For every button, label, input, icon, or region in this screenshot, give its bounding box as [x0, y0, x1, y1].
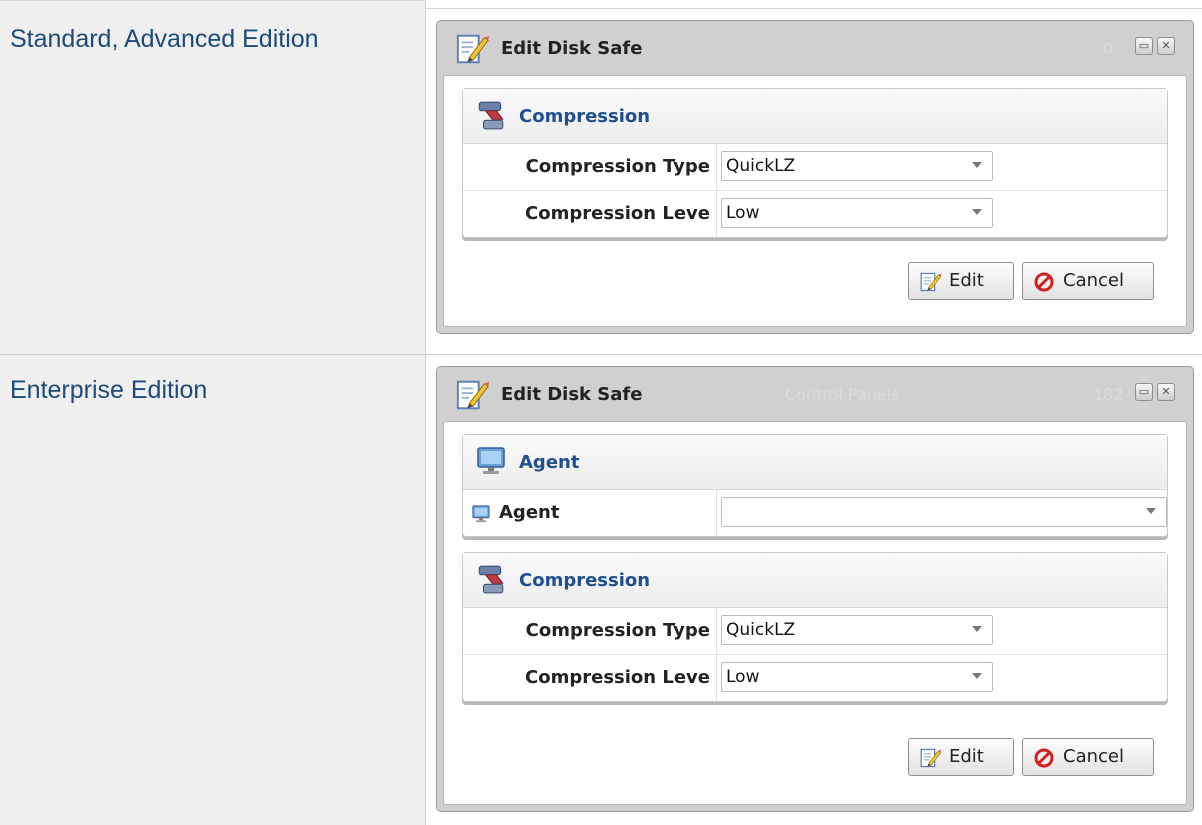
compression-level-label: Compression Leve	[463, 655, 717, 701]
chevron-down-icon[interactable]	[972, 162, 982, 168]
monitor-icon	[472, 505, 490, 523]
edition-label: Enterprise Edition	[10, 376, 208, 404]
edit-icon	[920, 272, 943, 292]
compression-panel: Compression Compression Type QuickLZ Com…	[462, 88, 1168, 238]
cancel-button[interactable]: Cancel	[1022, 262, 1154, 300]
compression-type-label: Compression Type	[463, 144, 717, 190]
chevron-down-icon[interactable]	[972, 209, 982, 215]
compression-type-row: Compression Type QuickLZ	[463, 608, 1167, 655]
chevron-down-icon[interactable]	[972, 626, 982, 632]
select-value: Low	[726, 667, 760, 687]
agent-label-text: Agent	[499, 502, 560, 523]
chevron-down-icon[interactable]	[972, 673, 982, 679]
panel-title: Compression	[519, 570, 651, 591]
background-ghost-text: 182	[1093, 385, 1124, 404]
maximize-button[interactable]: ▭	[1135, 383, 1153, 401]
edition-label-cell: Enterprise Edition	[0, 354, 426, 825]
edit-document-icon	[456, 380, 491, 410]
edit-button[interactable]: Edit	[908, 738, 1014, 776]
cancel-button-label: Cancel	[1063, 270, 1124, 291]
edit-disk-safe-dialog: Edit Disk Safe Control Panels 182 ▭ ✕ Ag…	[436, 366, 1194, 812]
chevron-down-icon[interactable]	[1146, 508, 1156, 514]
dialog-titlebar[interactable]: Edit Disk Safe Control Panels 182 ▭ ✕	[443, 367, 1187, 421]
compression-icon	[478, 565, 504, 594]
close-button[interactable]: ✕	[1157, 383, 1175, 401]
panel-title: Agent	[519, 452, 580, 473]
compression-icon	[478, 101, 504, 130]
edition-row-enterprise: Enterprise Edition Edit Disk Safe Contro…	[0, 354, 1202, 825]
cancel-button-label: Cancel	[1063, 746, 1124, 767]
close-button[interactable]: ✕	[1157, 37, 1175, 55]
panel-header: Compression	[463, 553, 1167, 608]
dialog-title: Edit Disk Safe	[501, 38, 643, 59]
edit-disk-safe-dialog: Edit Disk Safe 0 ▭ ✕ Compression Compres…	[436, 20, 1194, 334]
compression-level-select[interactable]: Low	[721, 662, 993, 692]
cancel-icon	[1034, 748, 1054, 768]
dialog-body: Compression Compression Type QuickLZ Com…	[443, 75, 1187, 327]
compression-type-select[interactable]: QuickLZ	[721, 151, 993, 181]
select-value: QuickLZ	[726, 156, 796, 176]
compression-type-label: Compression Type	[463, 608, 717, 654]
compression-level-label: Compression Leve	[463, 191, 717, 237]
edit-button-label: Edit	[949, 746, 984, 767]
cancel-icon	[1034, 272, 1054, 292]
compression-panel: Compression Compression Type QuickLZ Com…	[462, 552, 1168, 702]
edit-button[interactable]: Edit	[908, 262, 1014, 300]
agent-panel: Agent Agent	[462, 434, 1168, 537]
agent-row: Agent	[463, 490, 1167, 536]
agent-select[interactable]	[721, 497, 1167, 527]
compression-level-row: Compression Leve Low	[463, 655, 1167, 701]
agent-label: Agent	[463, 490, 717, 536]
dialog-title: Edit Disk Safe	[501, 384, 643, 405]
select-value: QuickLZ	[726, 620, 796, 640]
panel-header: Agent	[463, 435, 1167, 490]
dialog-titlebar[interactable]: Edit Disk Safe 0 ▭ ✕	[443, 21, 1187, 75]
edit-document-icon	[456, 34, 491, 64]
background-ghost-text: Control Panels	[785, 385, 900, 404]
compression-level-row: Compression Leve Low	[463, 191, 1167, 237]
edition-row-standard: Standard, Advanced Edition Edit Disk Saf…	[0, 0, 1202, 354]
monitor-icon	[477, 447, 505, 475]
edit-button-label: Edit	[949, 270, 984, 291]
compression-type-select[interactable]: QuickLZ	[721, 615, 993, 645]
panel-title: Compression	[519, 106, 651, 127]
edition-label: Standard, Advanced Edition	[10, 25, 319, 53]
compression-level-select[interactable]: Low	[721, 198, 993, 228]
compression-type-row: Compression Type QuickLZ	[463, 144, 1167, 191]
edition-label-cell: Standard, Advanced Edition	[0, 0, 426, 354]
select-value: Low	[726, 203, 760, 223]
background-ghost-text: 0	[1103, 39, 1114, 58]
edit-icon	[920, 748, 943, 768]
cancel-button[interactable]: Cancel	[1022, 738, 1154, 776]
dialog-body: Agent Agent Compression Compression Type…	[443, 421, 1187, 805]
maximize-button[interactable]: ▭	[1135, 37, 1153, 55]
panel-header: Compression	[463, 89, 1167, 144]
